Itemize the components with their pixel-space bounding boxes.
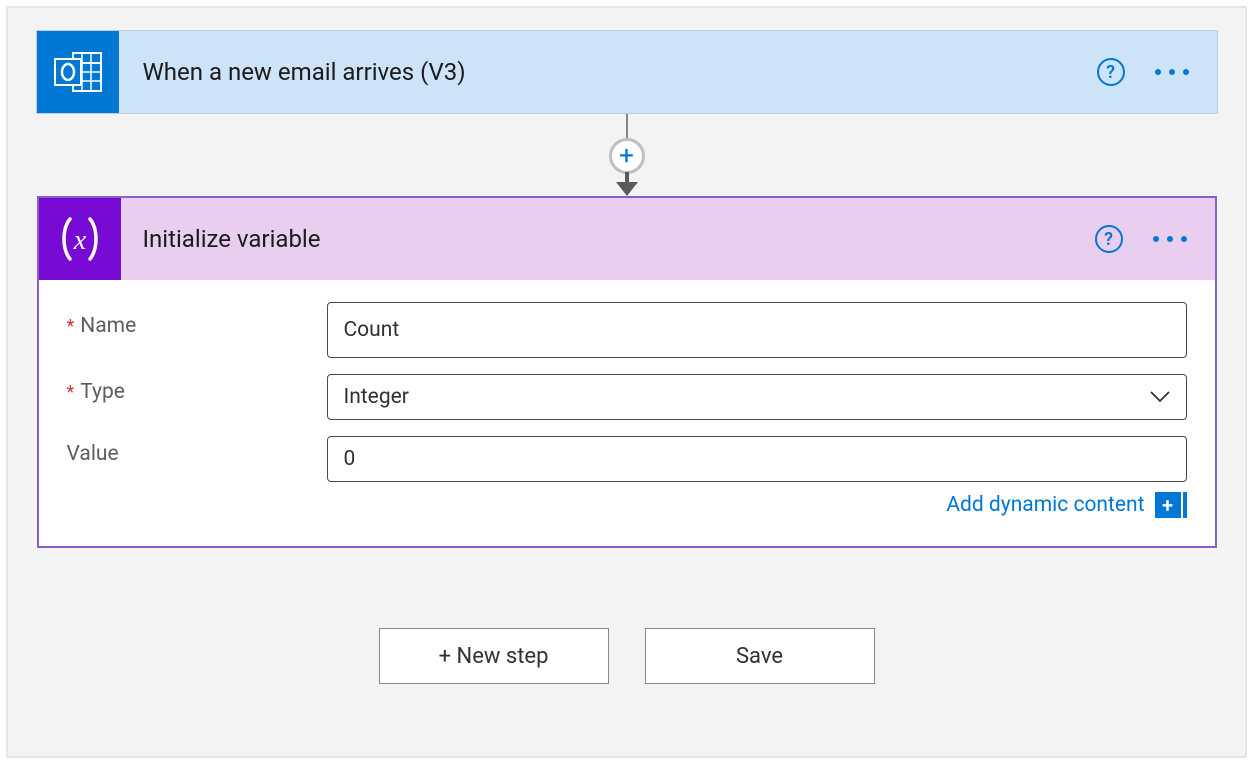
type-select-wrap: Integer xyxy=(327,374,1187,420)
add-dynamic-content-plus-icon[interactable]: + xyxy=(1155,492,1181,518)
save-button[interactable]: Save xyxy=(645,628,875,684)
connector: + xyxy=(37,114,1217,196)
name-input[interactable] xyxy=(327,302,1187,358)
action-title: Initialize variable xyxy=(121,225,1095,253)
trigger-card-email[interactable]: When a new email arrives (V3) ? xyxy=(36,30,1218,114)
new-step-label: + New step xyxy=(439,644,549,669)
designer-frame: When a new email arrives (V3) ? + xyxy=(6,6,1247,758)
variable-icon-tile: x xyxy=(39,198,121,280)
form-row-name: * Name xyxy=(67,302,1187,358)
required-asterisk: * xyxy=(67,382,75,403)
type-select-value: Integer xyxy=(344,385,409,409)
value-input[interactable] xyxy=(327,436,1187,482)
add-dynamic-content-link[interactable]: Add dynamic content xyxy=(946,493,1144,517)
type-select[interactable]: Integer xyxy=(327,374,1187,420)
new-step-button[interactable]: + New step xyxy=(379,628,609,684)
save-label: Save xyxy=(736,644,783,669)
value-input-cell xyxy=(327,436,1187,482)
action-card-initialize-variable: x Initialize variable ? * Name xyxy=(37,196,1217,548)
help-icon[interactable]: ? xyxy=(1097,58,1125,86)
action-form: * Name * Type xyxy=(39,280,1215,546)
connector-line xyxy=(626,114,628,138)
label-value-text: Value xyxy=(67,442,119,466)
trigger-title: When a new email arrives (V3) xyxy=(119,58,1097,86)
arrow-down-icon xyxy=(610,172,644,196)
form-row-value: Value xyxy=(67,436,1187,482)
label-type: * Type xyxy=(67,374,327,404)
type-input-cell: Integer xyxy=(327,374,1187,420)
label-name: * Name xyxy=(67,302,327,338)
action-menu-icon[interactable] xyxy=(1153,236,1187,242)
required-asterisk: * xyxy=(67,316,75,337)
label-type-text: Type xyxy=(80,380,125,404)
outlook-icon xyxy=(51,45,105,99)
flow-designer-canvas: When a new email arrives (V3) ? + xyxy=(0,0,1254,765)
bottom-action-bar: + New step Save xyxy=(37,628,1217,684)
label-name-text: Name xyxy=(80,314,136,338)
label-value: Value xyxy=(67,436,327,466)
form-row-type: * Type Integer xyxy=(67,374,1187,420)
trigger-menu-icon[interactable] xyxy=(1155,69,1189,75)
help-icon[interactable]: ? xyxy=(1095,225,1123,253)
dynamic-content-handle[interactable] xyxy=(1183,492,1187,518)
add-step-plus-icon[interactable]: + xyxy=(609,138,645,174)
outlook-icon-tile xyxy=(37,31,119,113)
variable-icon: x xyxy=(52,211,108,267)
dynamic-content-row: Add dynamic content + xyxy=(67,492,1187,518)
name-input-cell xyxy=(327,302,1187,358)
svg-text:x: x xyxy=(72,225,86,256)
action-header[interactable]: x Initialize variable ? xyxy=(39,198,1215,280)
